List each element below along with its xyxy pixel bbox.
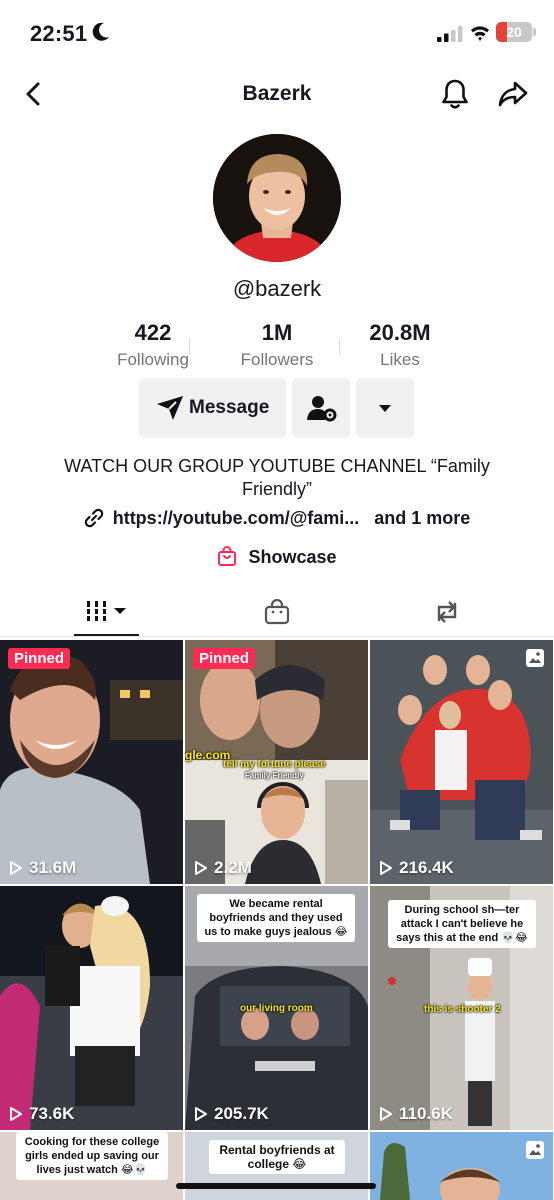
video-caption: During school sh—ter attack I can't beli… xyxy=(388,900,536,948)
stat-divider xyxy=(189,338,190,354)
page-title: Bazerk xyxy=(242,82,312,105)
play-outline-icon xyxy=(195,861,207,875)
bio-links[interactable]: https://youtube.com/@fami... and 1 more xyxy=(0,507,554,529)
shopping-bag-icon xyxy=(218,546,237,566)
video-caption: Rental boyfriends at college 😂 xyxy=(209,1140,345,1174)
showcase-label: Showcase xyxy=(248,547,337,567)
photo-thumbnail[interactable]: 216.4K xyxy=(370,640,553,884)
profile-bio: WATCH OUR GROUP YOUTUBE CHANNEL “Family … xyxy=(64,456,490,499)
stat-following[interactable]: 422 Following xyxy=(83,320,223,370)
video-thumbnail[interactable]: Pinned 31.6M xyxy=(0,640,183,884)
share-arrow-icon[interactable] xyxy=(497,78,529,110)
video-thumbnail[interactable]: During school sh—ter attack I can't beli… xyxy=(370,886,553,1130)
overlay-caption: this is shooter 2 xyxy=(424,1004,501,1015)
status-time: 22:51 xyxy=(30,21,88,46)
home-indicator xyxy=(176,1183,376,1189)
repost-icon xyxy=(437,601,457,623)
view-count: 216.4K xyxy=(379,858,454,878)
video-thumbnail[interactable]: 73.6K xyxy=(0,886,183,1130)
video-thumbnail[interactable]: gle.com tell my fortune please Family Fr… xyxy=(185,640,368,884)
tab-reposts[interactable] xyxy=(369,590,554,636)
video-caption: Cooking for these college girls ended up… xyxy=(16,1132,168,1180)
battery-tip xyxy=(533,28,536,36)
play-outline-icon xyxy=(380,861,392,875)
bio-link[interactable]: https://youtube.com/@fami... xyxy=(113,508,360,529)
person-gear-icon xyxy=(307,396,337,422)
more-dropdown-button[interactable] xyxy=(356,378,414,438)
following-label: Following xyxy=(117,350,189,369)
following-count: 422 xyxy=(134,320,172,345)
overlay-channel: Family Friendly xyxy=(245,771,304,780)
thumbnail-image xyxy=(0,640,183,884)
photo-thumbnail[interactable] xyxy=(370,1132,553,1200)
stat-likes[interactable]: 20.8M Likes xyxy=(330,320,470,370)
play-outline-icon xyxy=(10,1107,22,1121)
view-count-text: 216.4K xyxy=(399,858,454,877)
tab-shop[interactable] xyxy=(185,590,370,636)
view-count-text: 31.6M xyxy=(29,858,77,877)
video-thumbnail[interactable]: We became rental boyfriends and they use… xyxy=(185,886,368,1130)
avatar[interactable] xyxy=(213,134,341,262)
caret-down-icon xyxy=(379,405,391,412)
view-count: 110.6K xyxy=(379,1104,453,1124)
view-count-text: 110.6K xyxy=(399,1104,453,1123)
battery-indicator: 20 xyxy=(496,22,532,42)
friend-settings-button[interactable] xyxy=(292,378,350,438)
view-count: 2.2M xyxy=(194,858,252,878)
tab-divider xyxy=(0,636,554,637)
overlay-caption: tell my fortune please xyxy=(223,759,326,770)
profile-handle: @bazerk xyxy=(232,276,322,301)
stat-followers[interactable]: 1M Followers xyxy=(207,320,347,370)
thumbnail-image xyxy=(370,640,553,884)
play-outline-icon xyxy=(10,861,22,875)
status-bar: 22:51 20 xyxy=(0,0,554,64)
thumbnail-image xyxy=(0,886,183,1130)
shopping-bag-icon xyxy=(264,599,290,625)
video-thumbnail[interactable]: Cooking for these college girls ended up… xyxy=(0,1132,183,1200)
bell-icon[interactable] xyxy=(440,78,470,110)
play-outline-icon xyxy=(195,1107,207,1121)
pinned-badge: Pinned xyxy=(193,648,256,669)
showcase-link[interactable]: Showcase xyxy=(0,546,554,568)
link-icon xyxy=(84,509,103,528)
followers-count: 1M xyxy=(261,320,293,345)
battery-percent: 20 xyxy=(506,24,522,40)
send-icon xyxy=(157,396,183,420)
wifi-icon xyxy=(471,26,489,41)
view-count: 31.6M xyxy=(9,858,76,878)
grid-icon xyxy=(87,601,126,621)
video-thumbnail[interactable]: Rental boyfriends at college 😂 xyxy=(185,1132,368,1200)
likes-label: Likes xyxy=(380,350,420,369)
overlay-caption: our living room xyxy=(240,1003,313,1014)
photo-carousel-icon xyxy=(526,1141,544,1159)
signal-icon xyxy=(437,26,463,42)
photo-carousel-icon xyxy=(526,649,544,667)
moon-icon xyxy=(92,22,109,41)
view-count-text: 2.2M xyxy=(214,858,252,877)
bio-link-more[interactable]: and 1 more xyxy=(374,508,470,529)
video-caption: We became rental boyfriends and they use… xyxy=(197,894,355,942)
message-button[interactable]: Message xyxy=(139,378,286,438)
avatar-image xyxy=(213,134,341,262)
play-outline-icon xyxy=(380,1107,392,1121)
view-count-text: 205.7K xyxy=(214,1104,269,1123)
view-count: 205.7K xyxy=(194,1104,269,1124)
view-count-text: 73.6K xyxy=(29,1104,75,1123)
view-count: 73.6K xyxy=(9,1104,74,1124)
followers-label: Followers xyxy=(240,350,314,369)
tab-videos[interactable] xyxy=(0,590,185,636)
pinned-badge: Pinned xyxy=(8,648,71,669)
likes-count: 20.8M xyxy=(369,320,431,345)
message-label: Message xyxy=(189,397,270,418)
